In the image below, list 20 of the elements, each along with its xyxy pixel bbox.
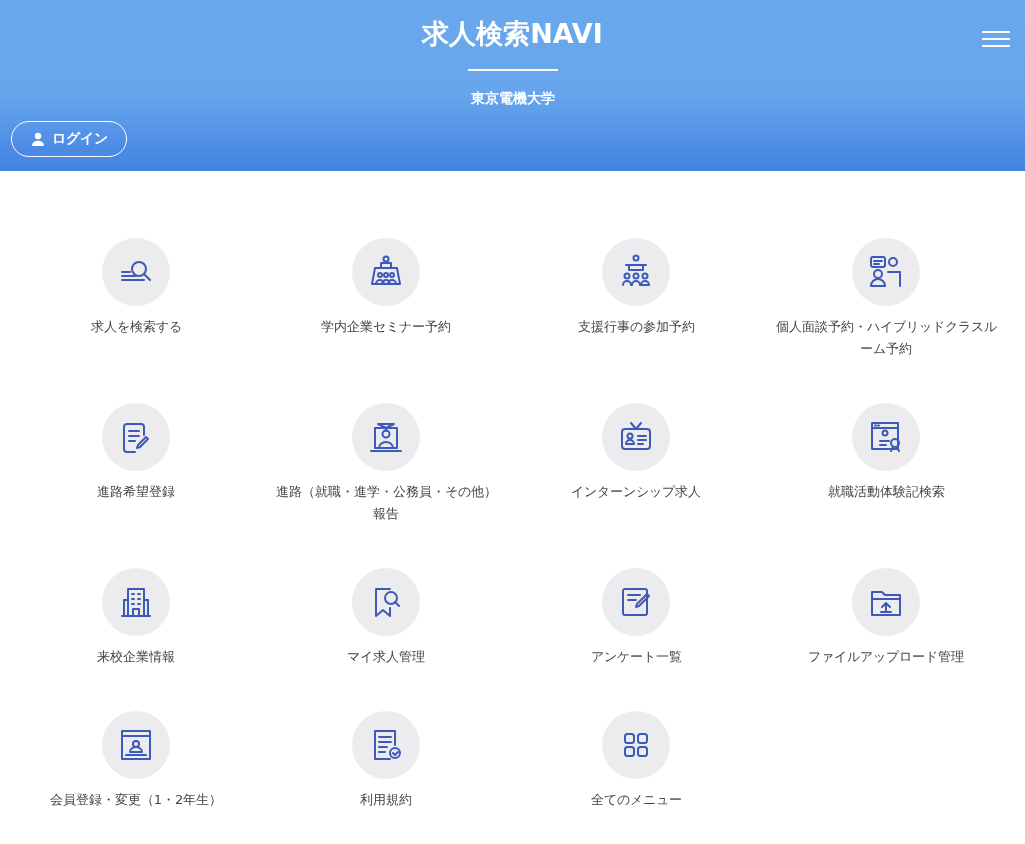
menu-item-label[interactable]: 会員登録・変更（1・2年生） bbox=[21, 789, 251, 811]
menu-item-label[interactable]: ファイルアップロード管理 bbox=[771, 646, 1001, 668]
profile-window-icon bbox=[118, 727, 154, 763]
menu-item-label[interactable]: 進路（就職・進学・公務員・その他）報告 bbox=[271, 481, 501, 525]
university-name: 東京電機大学 bbox=[470, 90, 555, 108]
menu-item-label[interactable]: アンケート一覧 bbox=[521, 646, 751, 668]
menu-item-label[interactable]: 来校企業情報 bbox=[21, 646, 251, 668]
menu-item-label[interactable]: インターンシップ求人 bbox=[521, 481, 751, 503]
menu-item-label[interactable]: 利用規約 bbox=[271, 789, 501, 811]
menu-item-label[interactable]: マイ求人管理 bbox=[271, 646, 501, 668]
menu-item-label[interactable]: 進路希望登録 bbox=[21, 481, 251, 503]
user-icon bbox=[30, 132, 45, 146]
menu-item-label[interactable]: 学内企業セミナー予約 bbox=[271, 316, 501, 338]
menu-item-label[interactable]: 求人を検索する bbox=[21, 316, 251, 338]
menu-item-label[interactable]: 全てのメニュー bbox=[521, 789, 751, 811]
menu-item-label[interactable]: 就職活動体験記検索 bbox=[771, 481, 1001, 503]
menu-item-label[interactable]: 個人面談予約・ハイブリッドクラスルーム予約 bbox=[771, 316, 1001, 360]
menu-item-label[interactable]: 支援行事の参加予約 bbox=[521, 316, 751, 338]
consultation-icon bbox=[868, 254, 904, 290]
site-title: 求人検索NAVI bbox=[422, 17, 603, 51]
